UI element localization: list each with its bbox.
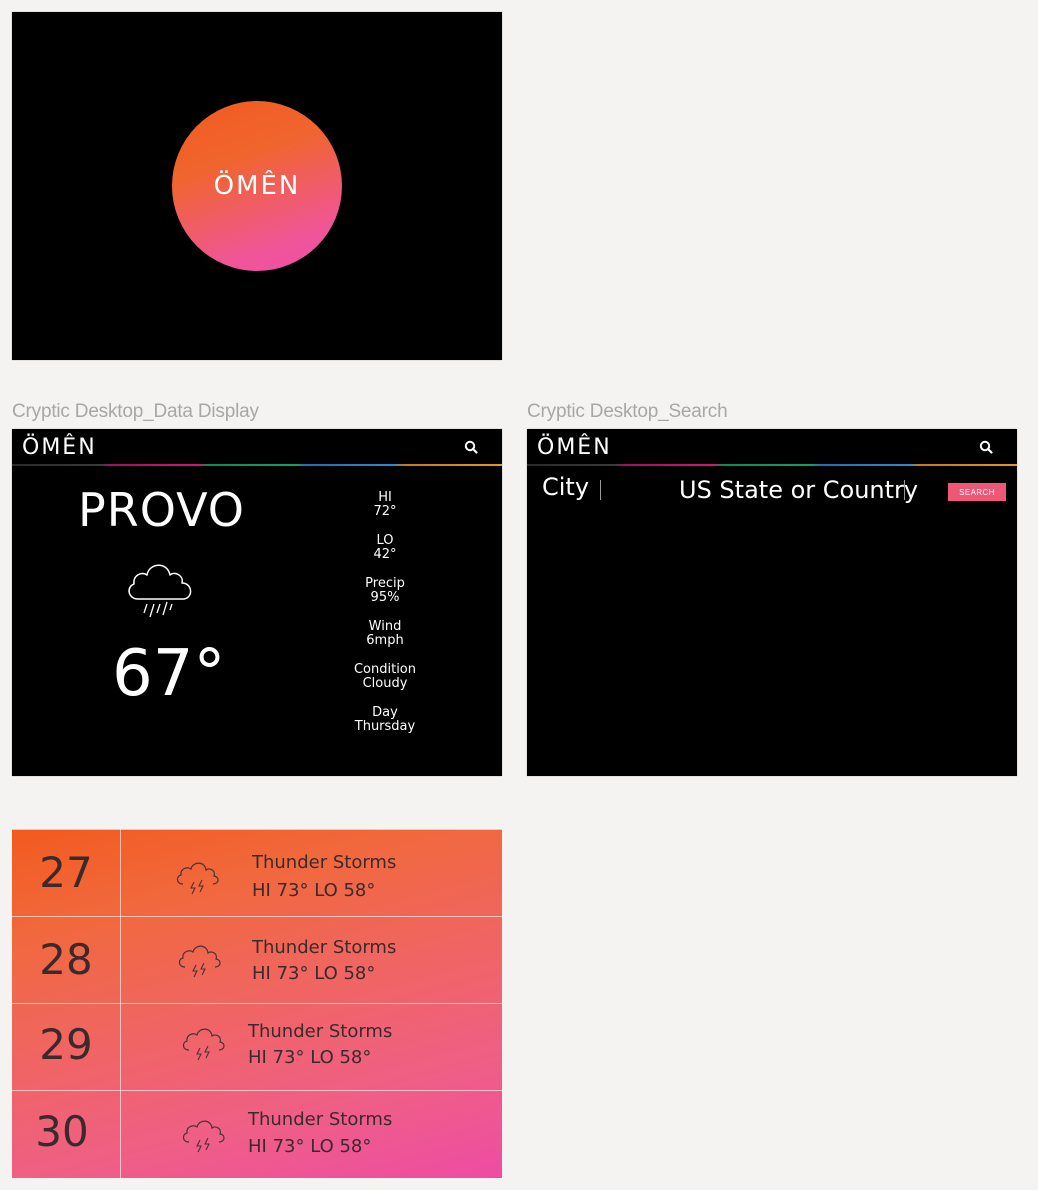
forecast-condition: Thunder Storms: [248, 1021, 393, 1042]
city-input[interactable]: City: [542, 473, 589, 501]
splash-screen: ÖMÊN: [12, 12, 502, 360]
nav-bar: ÖMÊN: [12, 429, 502, 466]
forecast-condition: Thunder Storms: [248, 1109, 393, 1130]
stat-day: Day Thursday: [330, 706, 440, 749]
stat-precip: Precip 95%: [330, 577, 440, 620]
nav-rainbow-divider: [12, 464, 502, 466]
forecast-hilo: HI 73° LO 58°: [252, 880, 376, 901]
forecast-condition: Thunder Storms: [252, 937, 397, 958]
stat-value: 95%: [370, 590, 400, 605]
forecast-row[interactable]: 30 Thunder Storms HI 73° LO 58°: [12, 1090, 502, 1177]
data-display-screen: ÖMÊN PROVO 67° HI 72° LO 42° Precip 95% …: [12, 429, 502, 776]
stat-value: Cloudy: [362, 676, 408, 691]
forecast-hilo: HI 73° LO 58°: [252, 963, 376, 984]
board-label-data-display: Cryptic Desktop_Data Display: [12, 401, 259, 422]
city-name: PROVO: [78, 483, 245, 537]
forecast-condition: Thunder Storms: [252, 852, 397, 873]
weather-stats: HI 72° LO 42° Precip 95% Wind 6mph Condi…: [330, 491, 440, 749]
stat-label: Condition: [353, 662, 417, 677]
stat-lo: LO 42°: [330, 534, 440, 577]
stat-condition: Condition Cloudy: [330, 663, 440, 706]
nav-logo[interactable]: ÖMÊN: [22, 435, 97, 460]
nav-bar: ÖMÊN: [527, 429, 1017, 466]
search-icon[interactable]: [979, 440, 993, 454]
forecast-day: 30: [35, 1107, 89, 1156]
forecast-row[interactable]: 29 Thunder Storms HI 73° LO 58°: [12, 1003, 502, 1090]
cloud-rain-icon: [128, 564, 192, 618]
stat-wind: Wind 6mph: [330, 620, 440, 663]
stat-label: Precip: [365, 576, 405, 591]
forecast-list: 27 Thunder Storms HI 73° LO 58° 28 Thund…: [12, 829, 502, 1178]
forecast-hilo: HI 73° LO 58°: [248, 1047, 372, 1068]
stat-label: LO: [376, 533, 394, 548]
state-country-input[interactable]: US State or Country: [679, 476, 918, 504]
forecast-day: 29: [39, 1020, 93, 1069]
stat-hi: HI 72°: [330, 491, 440, 534]
current-temperature: 67°: [112, 637, 226, 711]
stat-label: Day: [372, 705, 398, 720]
search-button[interactable]: SEARCH: [948, 483, 1006, 501]
logo-orb: ÖMÊN: [172, 101, 342, 271]
forecast-day: 27: [39, 848, 93, 897]
cloud-lightning-icon: [178, 945, 221, 978]
stat-value: 6mph: [366, 633, 404, 648]
input-cursor: [600, 480, 601, 500]
stat-value: 72°: [373, 504, 397, 519]
cloud-lightning-icon: [182, 1120, 225, 1153]
cloud-lightning-icon: [176, 862, 219, 895]
stat-label: Wind: [368, 619, 402, 634]
forecast-day: 28: [39, 935, 93, 984]
brand-logo: ÖMÊN: [213, 171, 301, 201]
search-icon[interactable]: [464, 440, 478, 454]
forecast-hilo: HI 73° LO 58°: [248, 1136, 372, 1157]
input-cursor: [904, 480, 905, 500]
board-label-search: Cryptic Desktop_Search: [527, 401, 728, 422]
stat-value: Thursday: [354, 719, 416, 734]
search-screen: ÖMÊN City US State or Country SEARCH: [527, 429, 1017, 776]
nav-rainbow-divider: [527, 464, 1017, 466]
nav-logo[interactable]: ÖMÊN: [537, 435, 612, 460]
forecast-row[interactable]: 27 Thunder Storms HI 73° LO 58°: [12, 829, 502, 916]
stat-label: HI: [378, 490, 392, 505]
stat-value: 42°: [373, 547, 397, 562]
cloud-lightning-icon: [182, 1028, 225, 1061]
forecast-row[interactable]: 28 Thunder Storms HI 73° LO 58°: [12, 916, 502, 1003]
